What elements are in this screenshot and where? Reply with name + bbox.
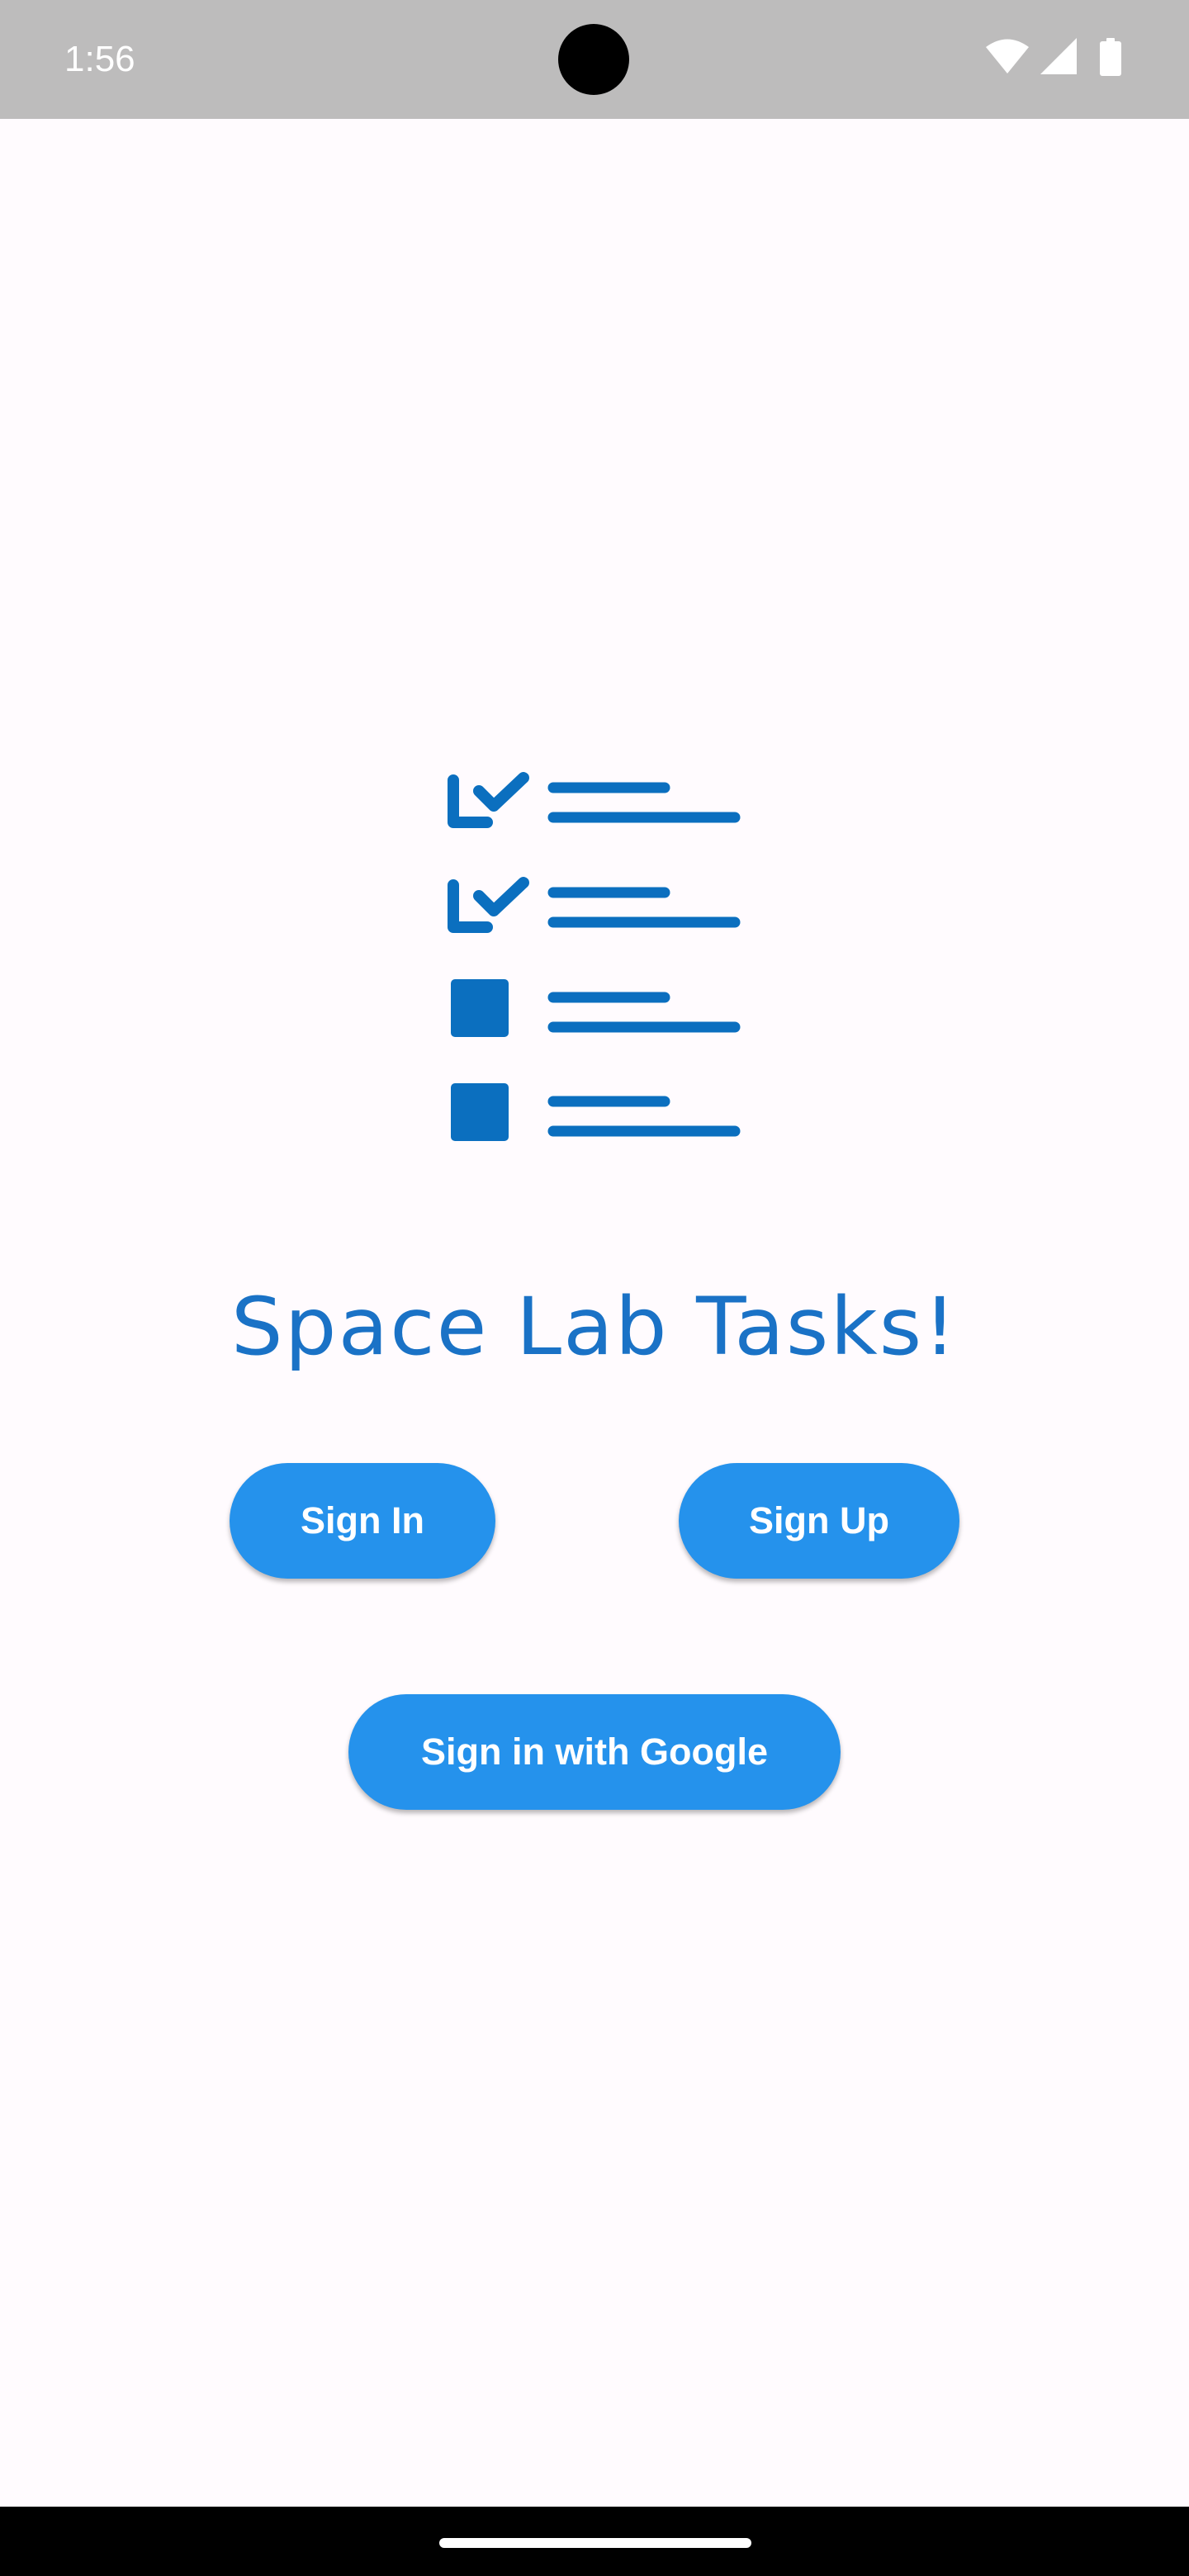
cell-signal-icon (1040, 38, 1077, 74)
status-time: 1:56 (64, 39, 135, 79)
wifi-icon (986, 39, 1029, 73)
sign-in-button[interactable]: Sign In (230, 1463, 495, 1579)
home-indicator[interactable] (439, 2538, 751, 2548)
navigation-bar (0, 2507, 1189, 2576)
battery-icon (1100, 38, 1121, 76)
app-title: Space Lab Tasks! (230, 1281, 959, 1374)
status-bar: 1:56 (0, 0, 1189, 119)
sign-up-button[interactable]: Sign Up (679, 1463, 959, 1579)
checklist-icon (448, 772, 741, 1141)
google-sign-in-button[interactable]: Sign in with Google (348, 1694, 841, 1810)
camera-cutout (558, 24, 629, 95)
